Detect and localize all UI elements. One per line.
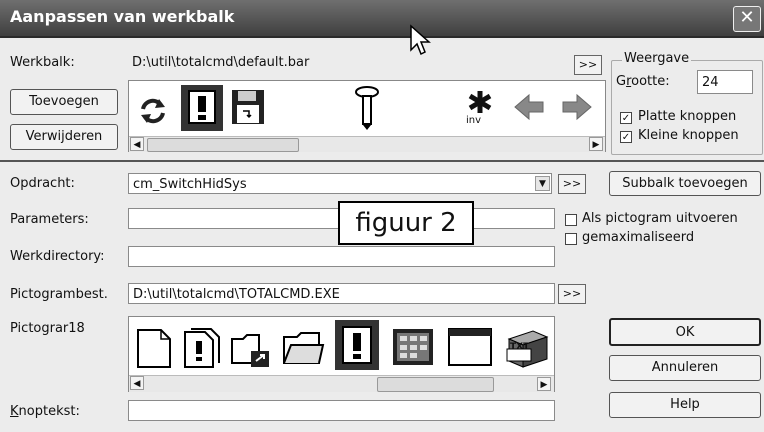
remove-button[interactable]: Verwijderen bbox=[10, 124, 118, 150]
chevron-down-icon[interactable]: ▼ bbox=[535, 176, 550, 191]
werkbalk-path: D:\util\totalcmd\default.bar bbox=[132, 55, 310, 70]
workdir-label: Werkdirectory: bbox=[10, 249, 105, 264]
help-button[interactable]: Help bbox=[609, 392, 761, 418]
close-button[interactable]: ✕ bbox=[733, 6, 761, 32]
scroll-thumb[interactable] bbox=[377, 377, 494, 392]
ok-button[interactable]: OK bbox=[609, 318, 761, 346]
hidden-system-files-icon[interactable] bbox=[187, 89, 219, 127]
small-buttons-label: Kleine knoppen bbox=[638, 128, 739, 143]
blank-page-icon[interactable] bbox=[135, 327, 173, 369]
figure-caption: figuur 2 bbox=[338, 201, 474, 245]
werkbalk-browse-button[interactable]: >> bbox=[574, 55, 602, 75]
size-input[interactable]: 24 bbox=[697, 70, 753, 94]
folder-link-icon[interactable] bbox=[229, 327, 271, 369]
command-browse-button[interactable]: >> bbox=[558, 174, 586, 194]
command-label: Opdracht: bbox=[10, 176, 75, 191]
window-title: Aanpassen van werkbalk bbox=[10, 7, 235, 26]
refresh-icon[interactable] bbox=[137, 95, 169, 127]
werkbalk-label: Werkbalk: bbox=[10, 55, 75, 70]
small-buttons-checkbox[interactable]: ✓ bbox=[620, 131, 632, 143]
arrow-left-icon[interactable] bbox=[513, 93, 545, 121]
size-label: Grootte: bbox=[616, 74, 670, 89]
asterisk-icon[interactable] bbox=[467, 89, 493, 115]
divider bbox=[0, 160, 764, 162]
scroll-right-icon[interactable]: ▶ bbox=[537, 377, 551, 391]
iconfile-input[interactable]: D:\util\totalcmd\TOTALCMD.EXE bbox=[128, 283, 555, 304]
iconfile-label: Pictogrambest. bbox=[10, 287, 108, 302]
cancel-button[interactable]: Annuleren bbox=[609, 355, 761, 381]
caption-label: Knoptekst: bbox=[10, 404, 80, 419]
flat-buttons-label: Platte knoppen bbox=[638, 109, 737, 124]
workdir-input[interactable] bbox=[128, 246, 555, 267]
flat-buttons-checkbox[interactable]: ✓ bbox=[620, 112, 632, 124]
view-group-legend: Weergave bbox=[622, 51, 692, 66]
tile-view-icon[interactable] bbox=[391, 327, 435, 367]
scroll-right-icon[interactable]: ▶ bbox=[589, 137, 603, 151]
pin-tool-icon[interactable] bbox=[354, 85, 380, 131]
add-button[interactable]: Toevoegen bbox=[10, 89, 118, 115]
scroll-left-icon[interactable]: ◀ bbox=[130, 137, 144, 151]
maximized-label: gemaximaliseerd bbox=[582, 230, 695, 245]
txt-badge: TXT bbox=[510, 342, 530, 352]
as-icon-checkbox[interactable] bbox=[565, 214, 577, 226]
scroll-thumb[interactable] bbox=[147, 138, 299, 152]
toolbar-scrollbar[interactable]: ◀ ▶ bbox=[129, 136, 605, 152]
window-icon[interactable] bbox=[447, 327, 493, 367]
hidden-system-files-icon[interactable] bbox=[341, 325, 375, 367]
maximized-checkbox[interactable] bbox=[565, 233, 577, 245]
hidden-pages-icon[interactable] bbox=[181, 327, 221, 369]
add-subbar-button[interactable]: Subbalk toevoegen bbox=[609, 171, 761, 196]
command-select[interactable]: cm_SwitchHidSys bbox=[128, 173, 552, 194]
icon-picker[interactable]: TXT ◀ ▶ bbox=[128, 316, 555, 392]
open-folder-icon[interactable] bbox=[281, 329, 325, 367]
parameters-label: Parameters: bbox=[10, 212, 89, 227]
icon-picker-scrollbar[interactable]: ◀ ▶ bbox=[129, 375, 554, 392]
icon-picker-label: Pictograr18 bbox=[10, 321, 85, 336]
arrow-right-icon[interactable] bbox=[561, 93, 593, 121]
inv-label: inv bbox=[466, 115, 482, 126]
as-icon-label: Als pictogram uitvoeren bbox=[582, 211, 738, 226]
toolbar-preview[interactable]: inv ◀ ▶ bbox=[128, 80, 606, 152]
caption-input[interactable] bbox=[128, 400, 555, 421]
scroll-left-icon[interactable]: ◀ bbox=[130, 376, 144, 390]
floppy-save-icon[interactable] bbox=[231, 89, 265, 125]
iconfile-browse-button[interactable]: >> bbox=[558, 284, 586, 304]
